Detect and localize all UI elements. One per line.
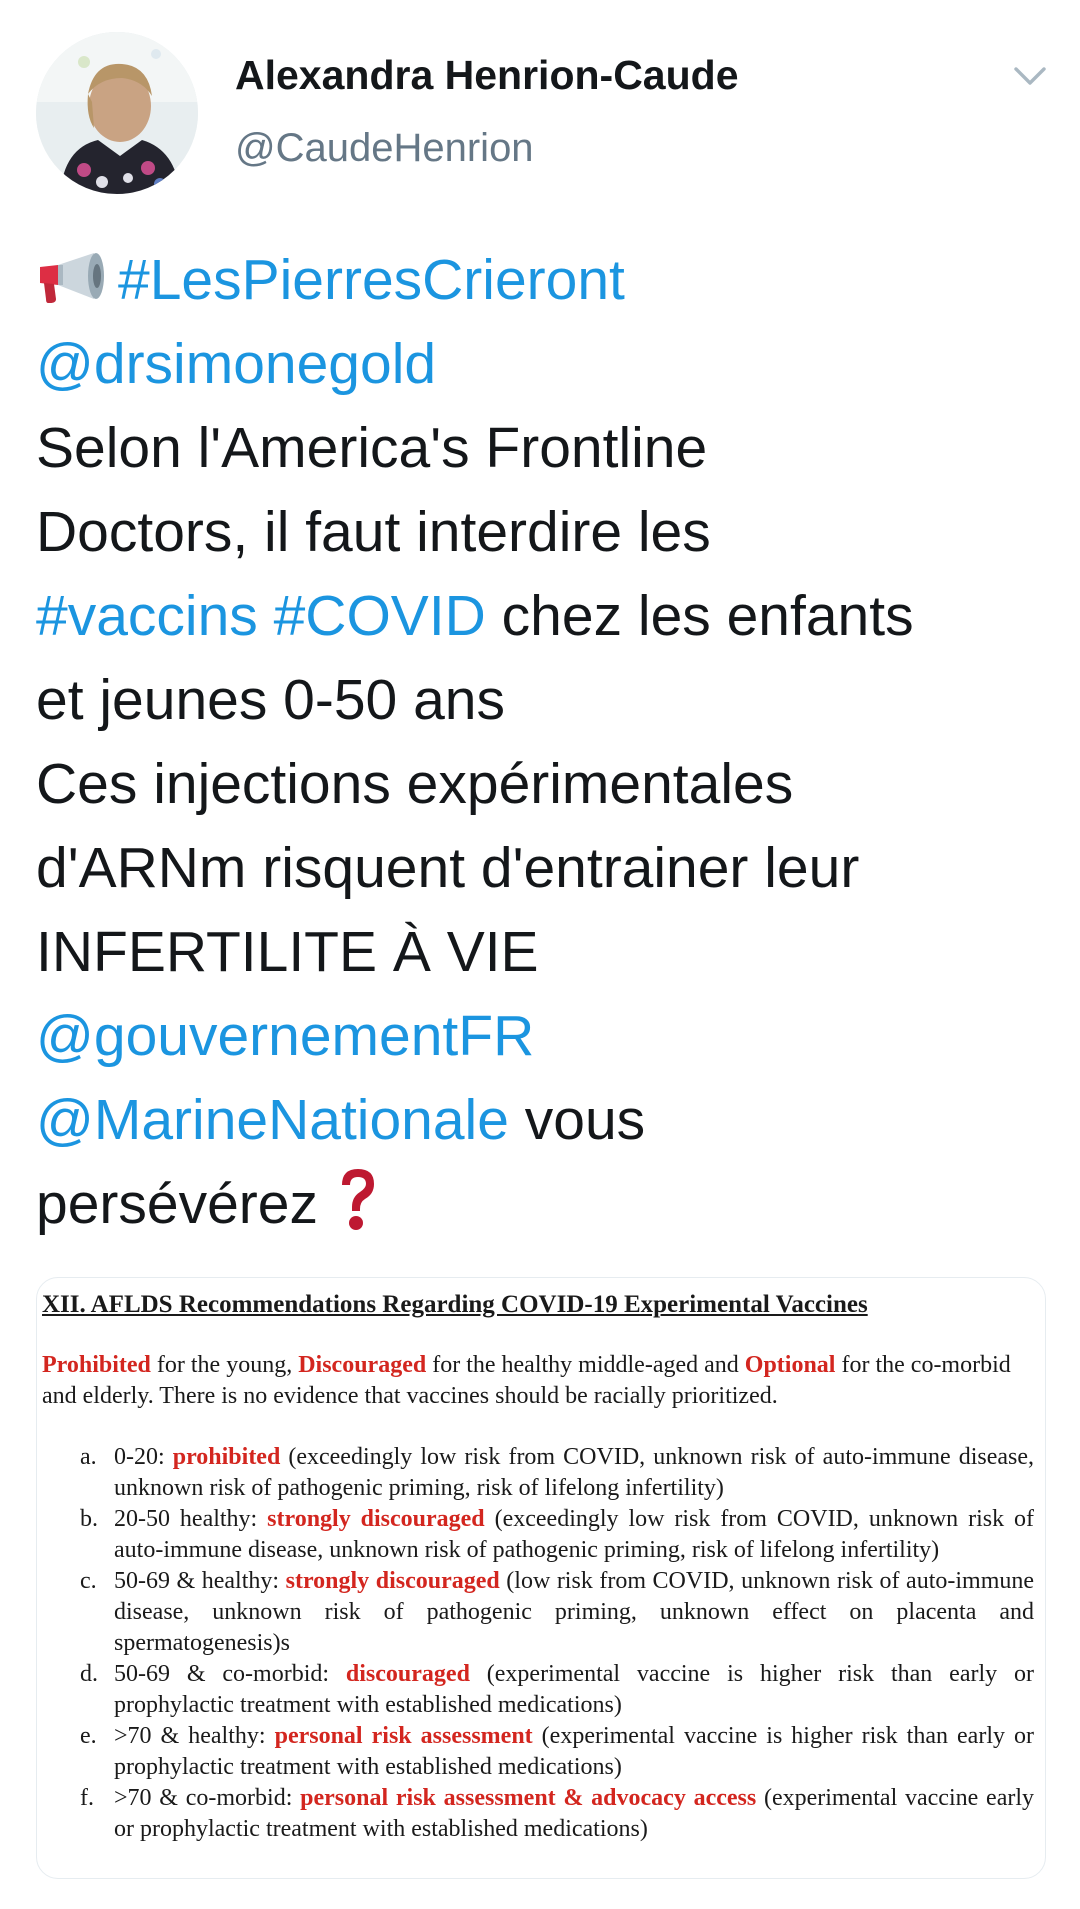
highlighted-term: prohibited [172, 1444, 281, 1470]
tweet-text-segment: Ces injections expérimentales [36, 752, 794, 816]
list-marker: a. [80, 1444, 97, 1470]
tweet-line: #vaccins #COVID chez les enfants [36, 574, 1056, 658]
megaphone-icon [40, 253, 104, 303]
tweet-text-segment: et jeunes 0-50 ans [36, 668, 505, 732]
recommendation-item: a. 0-20: prohibited (exceedingly low risk… [42, 1442, 1042, 1504]
tweet-line: @drsimonegold [36, 322, 1056, 406]
document-text: >70 & co-morbid: [114, 1785, 301, 1811]
tweet-line: et jeunes 0-50 ans [36, 658, 1056, 742]
author-name[interactable]: Alexandra Henrion-Caude [235, 52, 739, 99]
list-marker: f. [80, 1785, 94, 1811]
list-marker: d. [80, 1661, 98, 1687]
document-title: XII. AFLDS Recommendations Regarding COV… [42, 1291, 868, 1318]
tweet-text-segment: Doctors, il faut interdire les [36, 500, 711, 564]
highlighted-term: Prohibited [42, 1352, 151, 1378]
hashtag-link[interactable]: #vaccins #COVID [36, 584, 486, 648]
document-text: for the healthy middle-aged and [426, 1352, 745, 1378]
tweet-line: @MarineNationale vous [36, 1078, 1056, 1162]
hashtag-link[interactable]: #LesPierresCrieront [118, 248, 625, 312]
tweet-line: @gouvernementFR [36, 994, 1056, 1078]
avatar-photo [36, 32, 198, 194]
tweet-text-segment: INFERTILITE À VIE [36, 920, 539, 984]
tweet-line: d'ARNm risquent d'entrainer leur [36, 826, 1056, 910]
tweet-line: #LesPierresCrieront [36, 238, 1056, 322]
highlighted-term: personal risk assessment & advocacy acce… [300, 1785, 757, 1811]
author-handle[interactable]: @CaudeHenrion [235, 126, 534, 171]
highlighted-term: Discouraged [298, 1352, 427, 1378]
tweet-line: Doctors, il faut interdire les [36, 490, 1056, 574]
highlighted-term: strongly discouraged [285, 1568, 500, 1594]
attached-image[interactable]: XII. AFLDS Recommendations Regarding COV… [36, 1277, 1046, 1879]
document-text: for the young, [150, 1352, 299, 1378]
mention-link[interactable]: @gouvernementFR [36, 1004, 534, 1068]
tweet-text-segment: d'ARNm risquent d'entrainer leur [36, 836, 860, 900]
document-text: 0-20: [114, 1444, 173, 1470]
tweet-text-segment: chez les enfants [485, 584, 914, 648]
highlighted-term: strongly discouraged [267, 1506, 485, 1532]
document-intro: Prohibited for the young, Discouraged fo… [42, 1350, 1037, 1412]
recommendation-item: e. >70 & healthy: personal risk assessmen… [42, 1721, 1042, 1783]
document-text: 50-69 & healthy: [114, 1568, 286, 1594]
tweet-line: persévérez [36, 1162, 1056, 1246]
recommendation-item: b. 20-50 healthy: strongly discouraged (e… [42, 1504, 1042, 1566]
tweet-line: INFERTILITE À VIE [36, 910, 1056, 994]
mention-link[interactable]: @MarineNationale [36, 1088, 509, 1152]
tweet-text-segment: vous [508, 1088, 646, 1152]
list-marker: c. [80, 1568, 97, 1594]
highlighted-term: discouraged [345, 1661, 470, 1687]
document-text: 20-50 healthy: [114, 1506, 268, 1532]
chevron-down-icon[interactable] [1012, 64, 1048, 88]
document-text: 50-69 & co-morbid: [114, 1661, 346, 1687]
tweet-line: Selon l'America's Frontline [36, 406, 1056, 490]
mention-link[interactable]: @drsimonegold [36, 332, 436, 396]
list-marker: e. [80, 1723, 97, 1749]
tweet-text-segment: Selon l'America's Frontline [36, 416, 708, 480]
red-question-mark-icon [341, 1169, 374, 1230]
recommendation-item: c. 50-69 & healthy: strongly discouraged … [42, 1566, 1042, 1659]
recommendation-item: f. >70 & co-morbid: personal risk assessm… [42, 1783, 1042, 1845]
list-marker: b. [80, 1506, 98, 1532]
author-avatar[interactable] [36, 32, 198, 194]
recommendations-list: a. 0-20: prohibited (exceedingly low risk… [42, 1442, 1042, 1845]
recommendation-item: d. 50-69 & co-morbid: discouraged (experi… [42, 1659, 1042, 1721]
tweet-text: #LesPierresCrieront @drsimonegold Selon l'… [36, 238, 1056, 1246]
tweet-text-segment: persévérez [36, 1172, 318, 1236]
tweet-line: Ces injections expérimentales [36, 742, 1056, 826]
highlighted-term: Optional [744, 1352, 836, 1378]
document-text: >70 & healthy: [114, 1723, 275, 1749]
highlighted-term: personal risk assessment [274, 1723, 533, 1749]
